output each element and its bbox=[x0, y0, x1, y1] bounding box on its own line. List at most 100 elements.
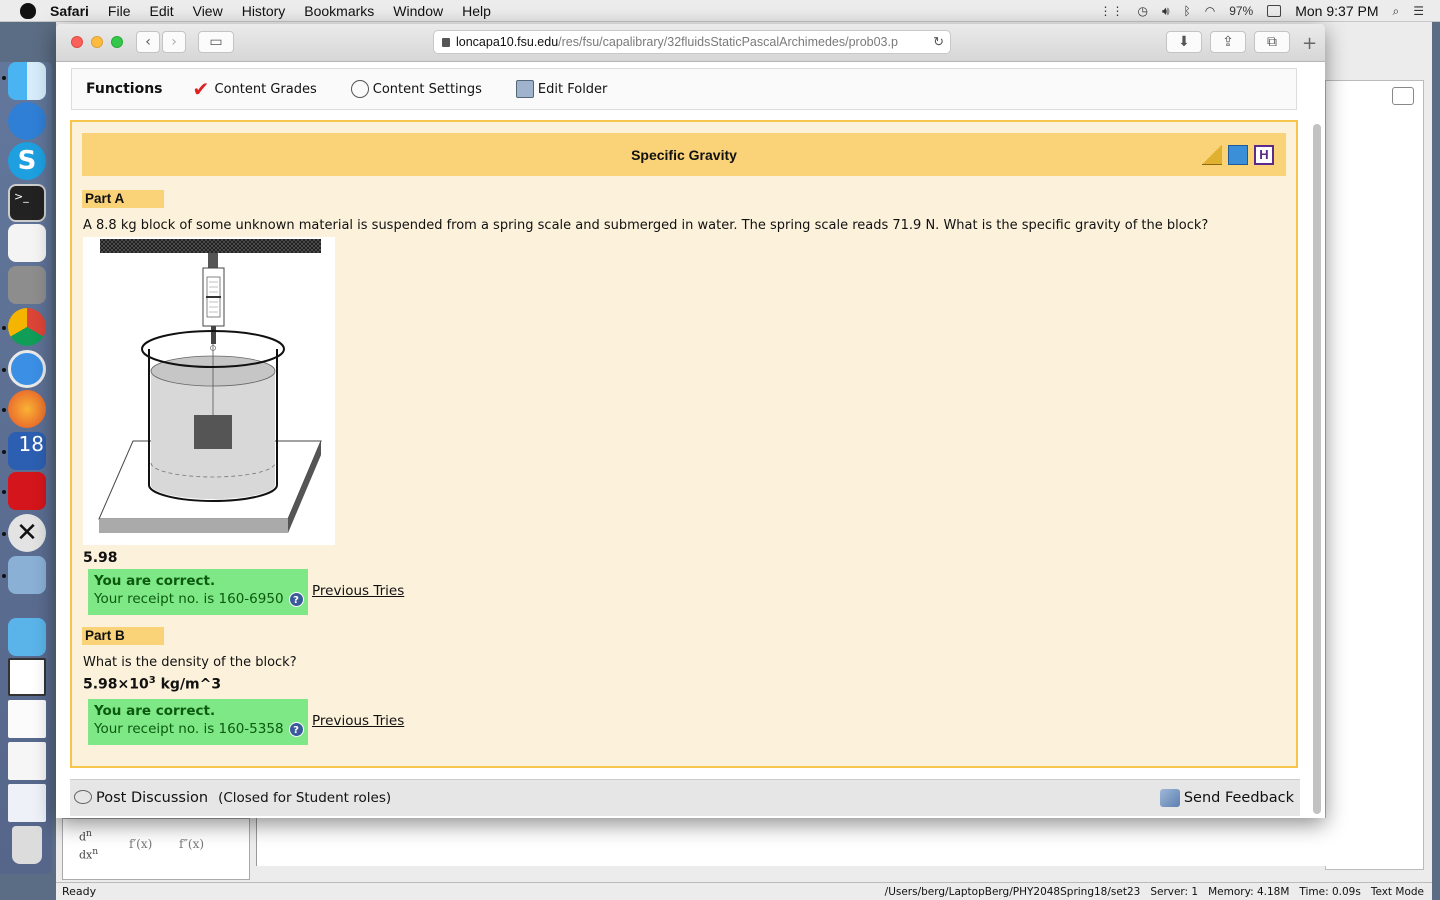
x11-icon[interactable]: ✕ bbox=[8, 514, 46, 552]
timemachine-icon[interactable]: ◷ bbox=[1137, 4, 1147, 18]
menu-app[interactable]: Safari bbox=[50, 3, 89, 19]
clock[interactable]: Mon 9:37 PM bbox=[1295, 3, 1378, 19]
url-path: /res/fsu/capalibrary/32fluidsStaticPasca… bbox=[558, 35, 898, 49]
part-b-answer-exponent: 3 bbox=[148, 675, 156, 686]
lock-icon bbox=[442, 38, 450, 47]
status-bar: Ready /Users/berg/LaptopBerg/PHY2048Spri… bbox=[56, 882, 1432, 900]
part-b-previous-tries-link[interactable]: Previous Tries bbox=[312, 713, 404, 729]
send-feedback-link[interactable]: Send Feedback bbox=[1159, 789, 1294, 807]
trash-icon[interactable] bbox=[12, 826, 42, 864]
share-button[interactable]: ⇪ bbox=[1210, 31, 1246, 53]
content-settings-link[interactable]: Content Settings bbox=[350, 80, 482, 98]
settings-clock-icon bbox=[350, 80, 369, 98]
problem-title-bar: Specific Gravity H bbox=[82, 133, 1286, 176]
downloads-button[interactable]: ⬇ bbox=[1166, 31, 1202, 53]
part-a-answer: 5.98 bbox=[83, 550, 118, 566]
tabs-overview-button[interactable]: ⧉ bbox=[1254, 31, 1290, 53]
forward-button[interactable]: › bbox=[162, 31, 186, 53]
handout-icon[interactable]: H bbox=[1254, 145, 1274, 165]
post-discussion-link[interactable]: Post Discussion bbox=[96, 790, 208, 806]
content-grades-link[interactable]: ✔ Content Grades bbox=[192, 77, 317, 101]
wifi-icon[interactable]: ◠ bbox=[1205, 4, 1215, 18]
checkmark-icon: ✔ bbox=[192, 77, 210, 101]
edit-folder-link[interactable]: Edit Folder bbox=[515, 80, 607, 98]
menu-bar: Safari File Edit View History Bookmarks … bbox=[0, 0, 1440, 22]
part-a-previous-tries-link[interactable]: Previous Tries bbox=[312, 583, 404, 599]
part-b-answer-unit: kg/m^3 bbox=[155, 676, 222, 693]
part-a-question: A 8.8 kg block of some unknown material … bbox=[83, 218, 1209, 233]
url-host: loncapa10.fsu.edu bbox=[456, 35, 559, 49]
status-text: Ready bbox=[62, 885, 97, 898]
close-window-button[interactable] bbox=[71, 36, 83, 48]
document-thumb-2[interactable] bbox=[8, 700, 46, 738]
status-mode: Text Mode bbox=[1370, 885, 1424, 898]
chrome-icon[interactable] bbox=[8, 308, 46, 346]
list-icon[interactable] bbox=[1392, 87, 1414, 105]
menu-file[interactable]: File bbox=[108, 3, 131, 19]
menu-edit[interactable]: Edit bbox=[149, 3, 173, 19]
document-thumb-4[interactable] bbox=[8, 784, 46, 822]
status-server: Server: 1 bbox=[1150, 885, 1199, 898]
finder-icon[interactable] bbox=[8, 62, 46, 100]
palette-second-derivative[interactable]: f″(x) bbox=[179, 837, 204, 851]
terminal-icon[interactable]: >_ bbox=[8, 184, 46, 222]
help-icon[interactable]: ? bbox=[288, 591, 304, 607]
discussion-closed-note: (Closed for Student roles) bbox=[218, 790, 392, 806]
preview-icon[interactable] bbox=[8, 556, 46, 594]
ruler-icon[interactable] bbox=[1202, 145, 1222, 165]
back-button[interactable]: ‹ bbox=[136, 31, 160, 53]
menu-bookmarks[interactable]: Bookmarks bbox=[304, 3, 374, 19]
document-thumb-3[interactable] bbox=[8, 742, 46, 780]
functions-bar: Functions ✔ Content Grades Content Setti… bbox=[71, 68, 1297, 110]
calculator-icon[interactable] bbox=[8, 266, 46, 304]
document-thumb-1[interactable] bbox=[8, 658, 46, 696]
new-tab-button[interactable]: + bbox=[1302, 33, 1317, 54]
sidebar-toggle-button[interactable]: ▭ bbox=[198, 31, 234, 53]
page-scrollbar[interactable] bbox=[1313, 124, 1321, 814]
menu-view[interactable]: View bbox=[193, 3, 223, 19]
volume-icon[interactable]: 🔊︎ bbox=[1162, 4, 1170, 19]
send-feedback-label: Send Feedback bbox=[1183, 790, 1294, 806]
menu-window[interactable]: Window bbox=[393, 3, 443, 19]
part-a-label: Part A bbox=[82, 190, 164, 208]
part-b-receipt: Your receipt no. is 160-5358 bbox=[94, 721, 284, 737]
background-document-area[interactable] bbox=[256, 818, 1406, 866]
folder-edit-icon bbox=[515, 80, 534, 98]
help-icon[interactable]: ? bbox=[288, 721, 304, 737]
math-palette[interactable]: dn dxn f′(x) f″(x) bbox=[62, 818, 250, 880]
part-b-answer: 5.98×103 kg/m^3 bbox=[83, 675, 221, 693]
book-icon[interactable] bbox=[1228, 145, 1248, 165]
page-content: Functions ✔ Content Grades Content Setti… bbox=[56, 63, 1325, 818]
palette-first-derivative[interactable]: f′(x) bbox=[129, 837, 152, 851]
firefox-icon[interactable] bbox=[8, 390, 46, 428]
thunderbird-icon[interactable] bbox=[8, 102, 46, 140]
menu-help[interactable]: Help bbox=[462, 3, 491, 19]
problem-panel: Specific Gravity H Part A A 8.8 kg block… bbox=[70, 120, 1298, 768]
battery-icon[interactable] bbox=[1267, 5, 1282, 17]
safari-icon[interactable] bbox=[8, 350, 46, 388]
discussion-icon bbox=[74, 790, 92, 804]
browser-toolbar: ‹ › ▭ loncapa10.fsu.edu/res/fsu/capalibr… bbox=[56, 24, 1325, 62]
folder-icon[interactable] bbox=[8, 618, 46, 656]
battery-percent: 97% bbox=[1229, 4, 1254, 18]
textedit-icon[interactable] bbox=[8, 224, 46, 262]
notification-center-icon[interactable]: ☰ bbox=[1413, 4, 1424, 18]
bluetooth-icon[interactable]: ᛒ bbox=[1184, 4, 1191, 18]
spotlight-icon[interactable]: ⌕ bbox=[1393, 4, 1400, 19]
address-bar[interactable]: loncapa10.fsu.edu/res/fsu/capalibrary/32… bbox=[433, 30, 951, 54]
zoom-window-button[interactable] bbox=[111, 36, 123, 48]
minimize-window-button[interactable] bbox=[91, 36, 103, 48]
reload-icon[interactable]: ↻ bbox=[933, 34, 944, 50]
skype-icon[interactable]: S bbox=[8, 142, 46, 180]
menu-history[interactable]: History bbox=[242, 3, 286, 19]
status-path: /Users/berg/LaptopBerg/PHY2048Spring18/s… bbox=[884, 885, 1141, 898]
apple-icon[interactable] bbox=[20, 2, 36, 19]
acrobat-icon[interactable] bbox=[8, 472, 46, 510]
calendar-badge-icon[interactable]: 18 bbox=[8, 432, 46, 470]
beaker-illustration bbox=[98, 239, 322, 533]
part-b-question: What is the density of the block? bbox=[83, 655, 297, 670]
keyboard-icon[interactable]: ⋮⋮ bbox=[1099, 4, 1123, 18]
part-a-receipt: Your receipt no. is 160-6950 bbox=[94, 591, 284, 607]
part-b-correct-box: You are correct. Your receipt no. is 160… bbox=[88, 699, 308, 745]
derivative-icon[interactable]: dn dxn bbox=[79, 827, 98, 862]
